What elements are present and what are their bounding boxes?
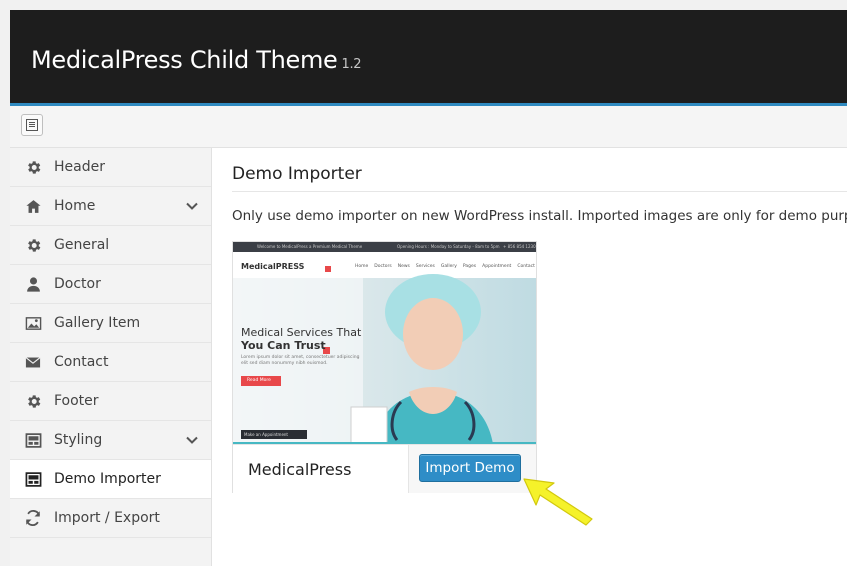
chevron-down-icon[interactable]	[185, 199, 199, 213]
preview-appointment-bar: Make an Appointment	[244, 432, 289, 437]
sidebar-item-contact[interactable]: Contact	[10, 343, 211, 382]
sidebar-item-label: Home	[54, 198, 96, 214]
preview-menu-item: Doctors	[374, 264, 392, 269]
preview-menu-item: Appointment	[482, 264, 512, 269]
theme-options-panel: MedicalPress Child Theme 1.2 Header Home …	[10, 10, 847, 566]
preview-menu-item: Pages	[462, 264, 477, 269]
sidebar-item-general[interactable]: General	[10, 226, 211, 265]
home-icon	[24, 197, 42, 215]
preview-topbar-phone: + 856 854 1230	[503, 244, 536, 249]
image-icon	[24, 314, 42, 332]
sidebar-item-label: Styling	[54, 432, 103, 448]
demo-card: Welcome to MedicalPress a Premium Medica…	[232, 241, 537, 493]
preview-logo: MedicalPRESS	[241, 262, 305, 271]
sidebar-item-label: Demo Importer	[54, 471, 161, 487]
theme-name: MedicalPress Child Theme	[31, 46, 338, 74]
refresh-icon	[24, 509, 42, 527]
sidebar: Header Home General Doctor Gallery Item …	[10, 148, 212, 566]
section-description: Only use demo importer on new WordPress …	[232, 208, 847, 224]
sidebar-item-gallery-item[interactable]: Gallery Item	[10, 304, 211, 343]
sidebar-item-import-export[interactable]: Import / Export	[10, 499, 211, 538]
sidebar-item-home[interactable]: Home	[10, 187, 211, 226]
toolbar	[10, 106, 847, 148]
preview-topbar-hours: Opening Hours : Monday to Saturday - 8am…	[397, 244, 500, 249]
panel-layout-icon[interactable]	[21, 114, 43, 136]
preview-hero-title-1: Medical Services That	[241, 326, 362, 339]
theme-version: 1.2	[341, 57, 362, 72]
preview-menu-item: News	[397, 264, 410, 269]
demo-card-footer: MedicalPress Import Demo	[233, 444, 536, 493]
gear-icon	[24, 158, 42, 176]
user-icon	[24, 275, 42, 293]
demo-name: MedicalPress	[248, 460, 352, 479]
preview-read-more: Read More	[247, 378, 271, 383]
sidebar-item-label: Contact	[54, 354, 109, 370]
sidebar-item-doctor[interactable]: Doctor	[10, 265, 211, 304]
sidebar-item-label: Import / Export	[54, 510, 160, 526]
preview-menu-item: Services	[415, 264, 435, 269]
sidebar-item-header[interactable]: Header	[10, 148, 211, 187]
preview-menu-item: Home	[355, 264, 369, 269]
sidebar-item-label: Header	[54, 159, 105, 175]
layout-icon	[24, 431, 42, 449]
envelope-icon	[24, 353, 42, 371]
gear-icon	[24, 236, 42, 254]
sidebar-item-demo-importer[interactable]: Demo Importer	[10, 460, 211, 499]
section-title: Demo Importer	[232, 164, 362, 184]
page-title: MedicalPress Child Theme 1.2	[31, 46, 362, 74]
footer-divider	[408, 445, 409, 493]
preview-menu-item: Contact	[517, 264, 535, 269]
header-bar: MedicalPress Child Theme 1.2	[10, 10, 847, 106]
preview-menu-item: Gallery	[440, 264, 457, 269]
gear-icon	[24, 392, 42, 410]
layout-icon	[24, 470, 42, 488]
sidebar-item-label: Doctor	[54, 276, 101, 292]
sidebar-item-label: General	[54, 237, 110, 253]
sidebar-item-footer[interactable]: Footer	[10, 382, 211, 421]
demo-preview-image: Welcome to MedicalPress a Premium Medica…	[233, 242, 536, 444]
preview-menu: Home Doctors News Services Gallery Pages Appoi…	[355, 264, 535, 269]
preview-hero-body: Lorem ipsum dolor sit amet, consectetuer…	[241, 355, 360, 366]
section-divider	[232, 191, 847, 192]
sidebar-item-label: Footer	[54, 393, 99, 409]
chevron-down-icon[interactable]	[185, 433, 199, 447]
preview-topbar-text: Welcome to MedicalPress a Premium Medica…	[257, 244, 363, 249]
sidebar-item-label: Gallery Item	[54, 315, 141, 331]
pointer-arrow-icon	[523, 478, 593, 526]
import-demo-button[interactable]: Import Demo	[419, 454, 521, 482]
sidebar-item-styling[interactable]: Styling	[10, 421, 211, 460]
preview-hero-title-2: You Can Trust	[241, 339, 326, 352]
